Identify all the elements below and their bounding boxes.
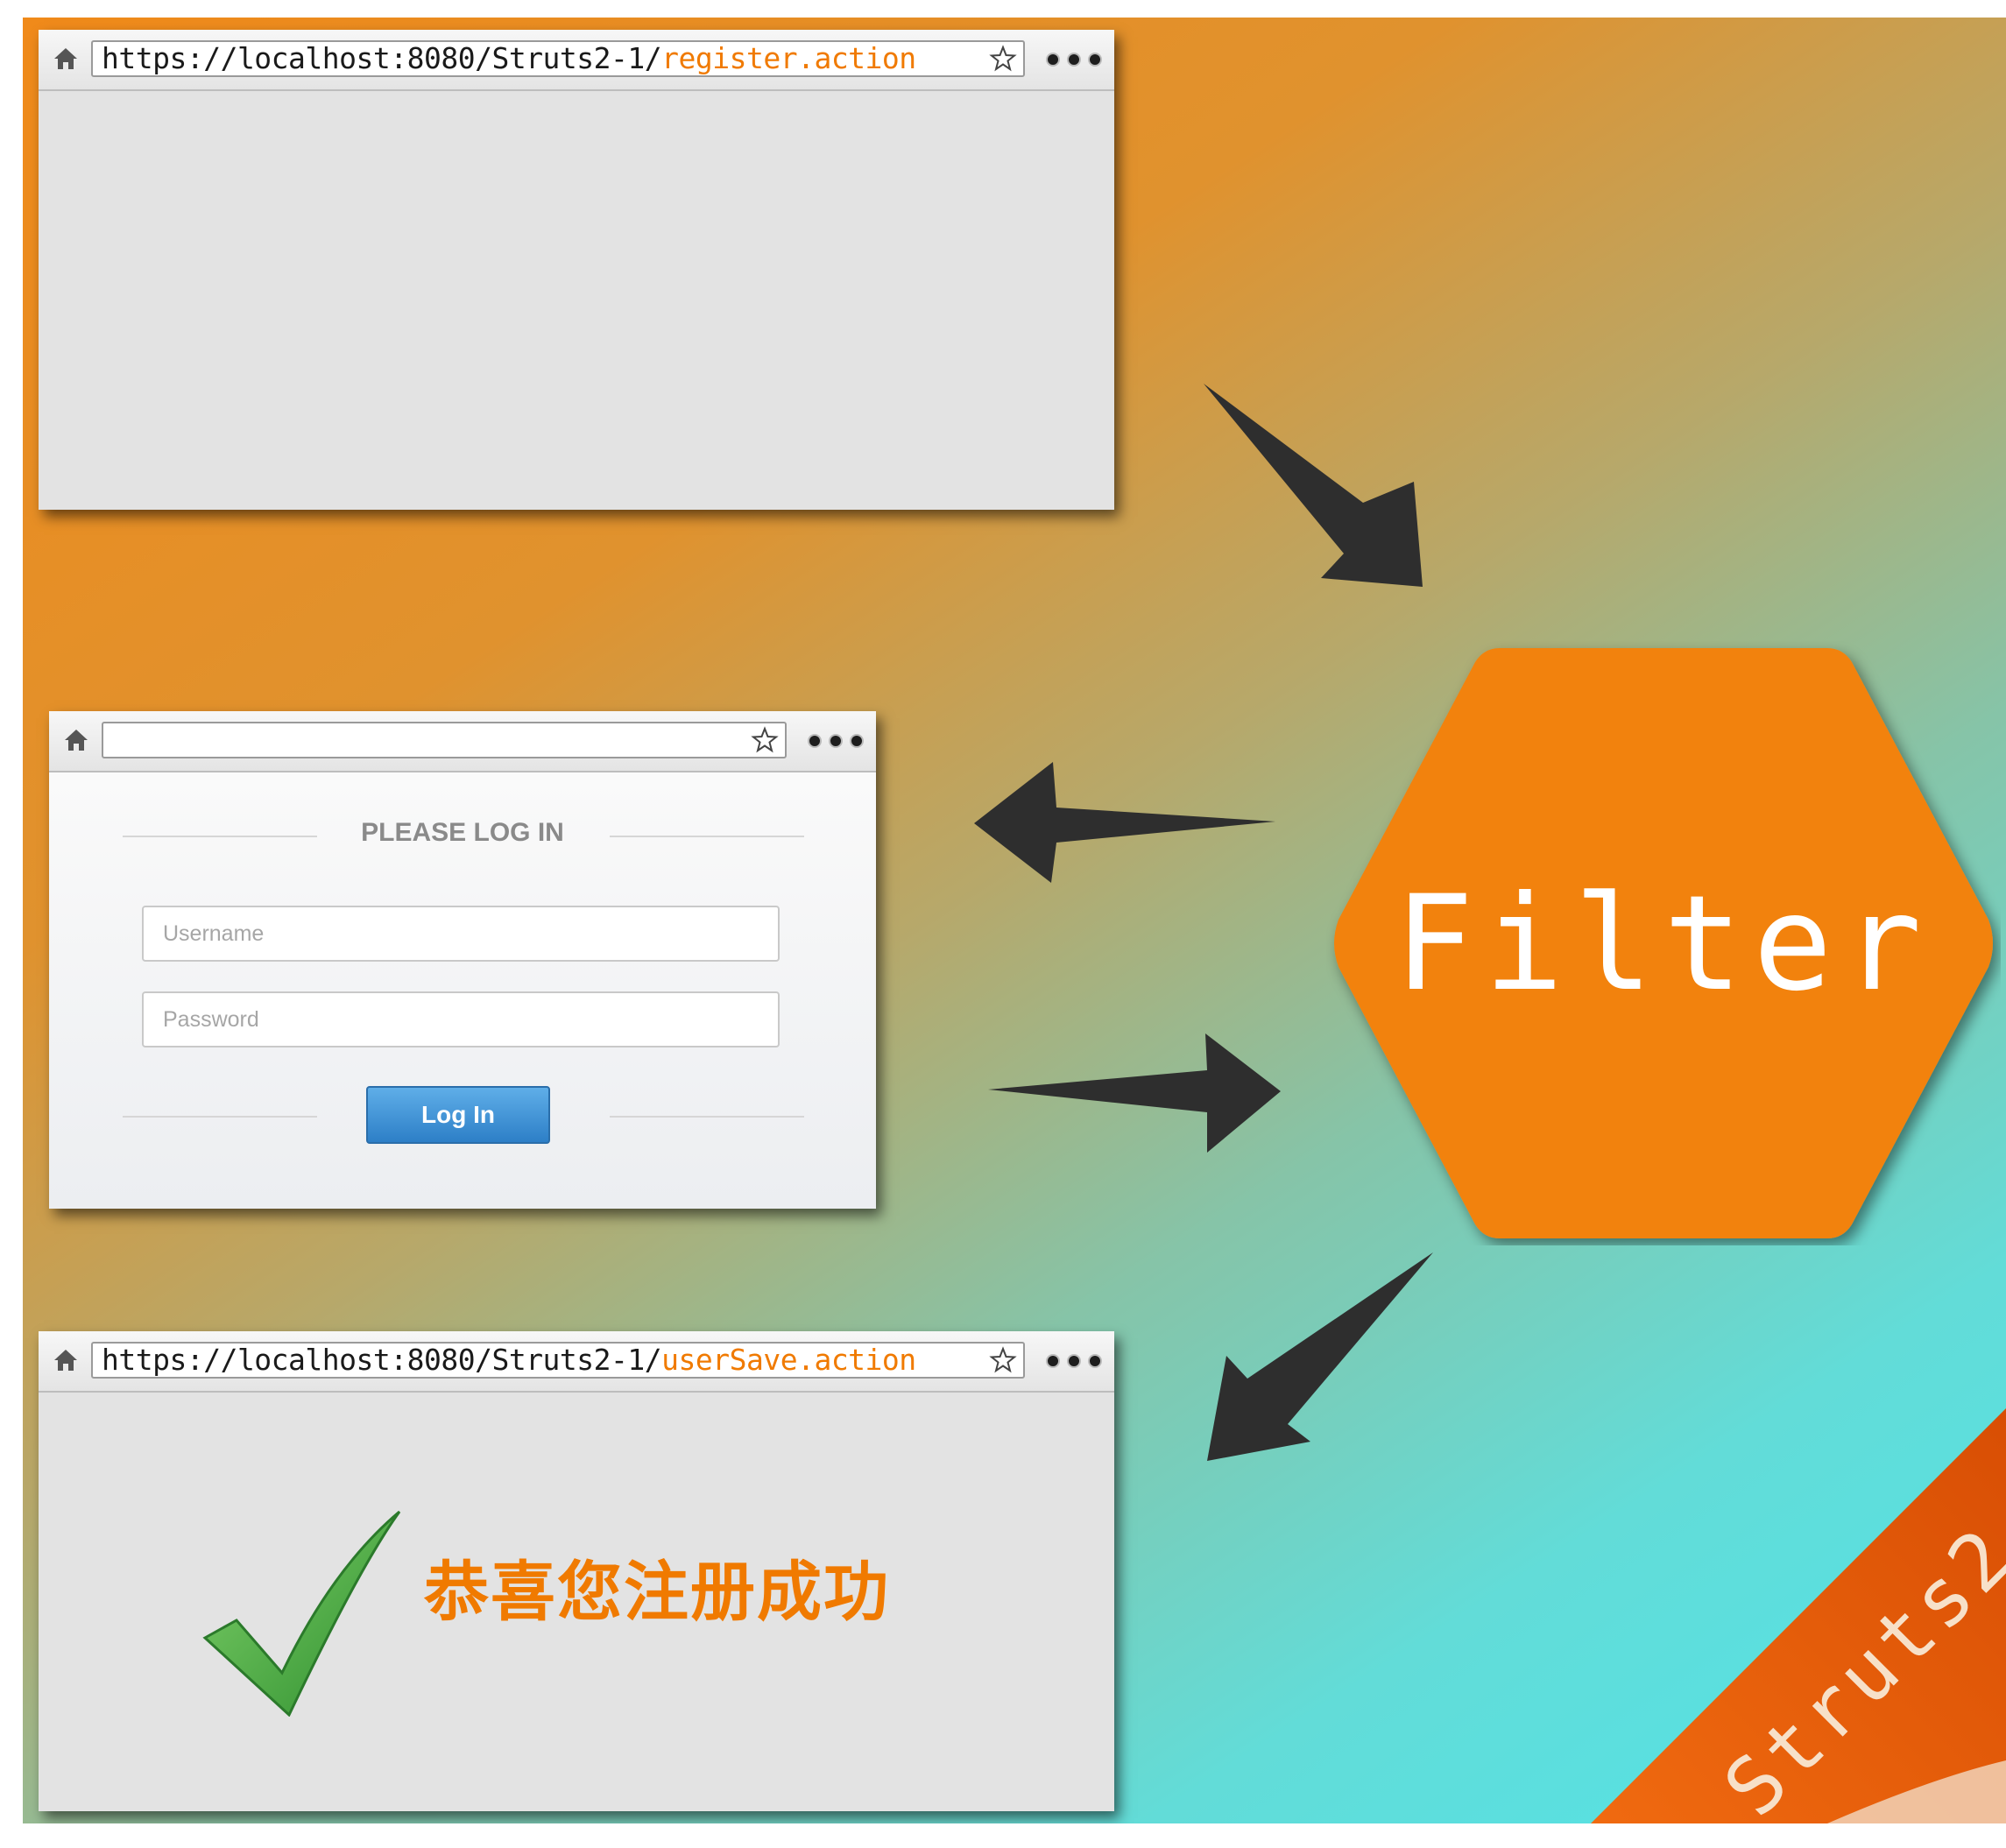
diagram-canvas: https://localhost:8080/Struts2-1/registe… — [23, 18, 2006, 1823]
struts2-ribbon — [1591, 1408, 2006, 1823]
